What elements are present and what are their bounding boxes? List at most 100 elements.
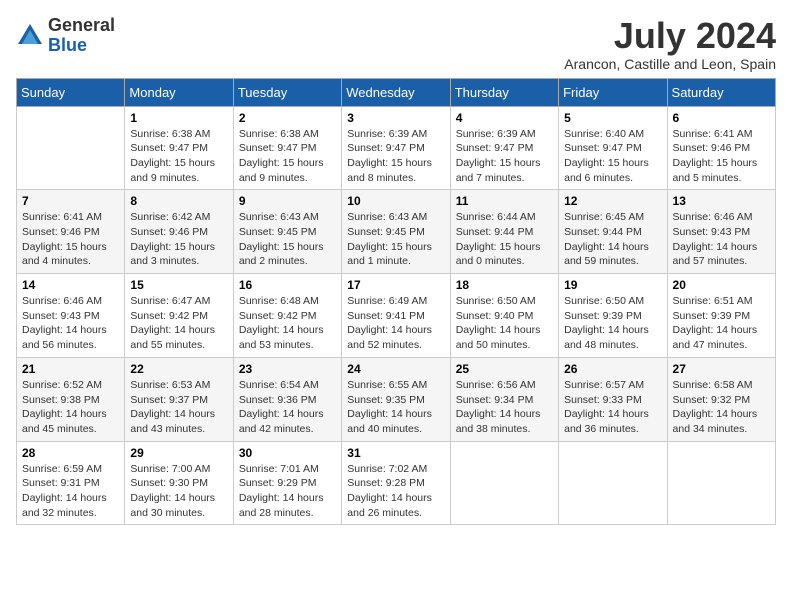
day-number: 9 xyxy=(239,194,336,208)
month-year: July 2024 xyxy=(564,16,776,56)
calendar-cell: 12 Sunrise: 6:45 AMSunset: 9:44 PMDayligh… xyxy=(559,190,667,274)
cell-info: Sunrise: 6:44 AMSunset: 9:44 PMDaylight:… xyxy=(456,210,553,269)
day-number: 18 xyxy=(456,278,553,292)
cell-info: Sunrise: 6:46 AMSunset: 9:43 PMDaylight:… xyxy=(673,210,770,269)
day-number: 1 xyxy=(130,111,227,125)
day-number: 27 xyxy=(673,362,770,376)
cell-info: Sunrise: 6:40 AMSunset: 9:47 PMDaylight:… xyxy=(564,127,661,186)
cell-info: Sunrise: 6:49 AMSunset: 9:41 PMDaylight:… xyxy=(347,294,444,353)
cell-info: Sunrise: 6:42 AMSunset: 9:46 PMDaylight:… xyxy=(130,210,227,269)
calendar-cell xyxy=(559,441,667,525)
day-number: 20 xyxy=(673,278,770,292)
location: Arancon, Castille and Leon, Spain xyxy=(564,56,776,72)
cell-info: Sunrise: 6:50 AMSunset: 9:40 PMDaylight:… xyxy=(456,294,553,353)
cell-info: Sunrise: 7:02 AMSunset: 9:28 PMDaylight:… xyxy=(347,462,444,521)
page-header: General Blue July 2024 Arancon, Castille… xyxy=(16,16,776,72)
logo-text: General Blue xyxy=(48,16,115,56)
day-number: 3 xyxy=(347,111,444,125)
calendar-cell: 11 Sunrise: 6:44 AMSunset: 9:44 PMDayligh… xyxy=(450,190,558,274)
day-number: 15 xyxy=(130,278,227,292)
weekday-header: Tuesday xyxy=(233,78,341,106)
logo-general: General xyxy=(48,15,115,35)
calendar-week-row: 1 Sunrise: 6:38 AMSunset: 9:47 PMDaylight… xyxy=(17,106,776,190)
cell-info: Sunrise: 6:39 AMSunset: 9:47 PMDaylight:… xyxy=(456,127,553,186)
cell-info: Sunrise: 6:41 AMSunset: 9:46 PMDaylight:… xyxy=(22,210,119,269)
cell-info: Sunrise: 6:39 AMSunset: 9:47 PMDaylight:… xyxy=(347,127,444,186)
cell-info: Sunrise: 6:50 AMSunset: 9:39 PMDaylight:… xyxy=(564,294,661,353)
day-number: 26 xyxy=(564,362,661,376)
calendar-cell: 19 Sunrise: 6:50 AMSunset: 9:39 PMDayligh… xyxy=(559,274,667,358)
weekday-header: Friday xyxy=(559,78,667,106)
cell-info: Sunrise: 6:54 AMSunset: 9:36 PMDaylight:… xyxy=(239,378,336,437)
calendar-week-row: 21Sunrise: 6:52 AMSunset: 9:38 PMDayligh… xyxy=(17,357,776,441)
calendar-cell: 22 Sunrise: 6:53 AMSunset: 9:37 PMDayligh… xyxy=(125,357,233,441)
cell-info: Sunrise: 6:59 AMSunset: 9:31 PMDaylight:… xyxy=(22,462,119,521)
cell-info: Sunrise: 6:53 AMSunset: 9:37 PMDaylight:… xyxy=(130,378,227,437)
day-number: 22 xyxy=(130,362,227,376)
day-number: 16 xyxy=(239,278,336,292)
calendar-cell: 4 Sunrise: 6:39 AMSunset: 9:47 PMDaylight… xyxy=(450,106,558,190)
logo: General Blue xyxy=(16,16,115,56)
calendar-cell: 24Sunrise: 6:55 AMSunset: 9:35 PMDayligh… xyxy=(342,357,450,441)
calendar-cell: 10Sunrise: 6:43 AMSunset: 9:45 PMDayligh… xyxy=(342,190,450,274)
calendar-cell: 25 Sunrise: 6:56 AMSunset: 9:34 PMDayligh… xyxy=(450,357,558,441)
calendar-cell: 23 Sunrise: 6:54 AMSunset: 9:36 PMDayligh… xyxy=(233,357,341,441)
calendar-cell: 20 Sunrise: 6:51 AMSunset: 9:39 PMDayligh… xyxy=(667,274,775,358)
day-number: 7 xyxy=(22,194,119,208)
calendar-week-row: 7 Sunrise: 6:41 AMSunset: 9:46 PMDaylight… xyxy=(17,190,776,274)
cell-info: Sunrise: 6:45 AMSunset: 9:44 PMDaylight:… xyxy=(564,210,661,269)
calendar-cell: 27 Sunrise: 6:58 AMSunset: 9:32 PMDayligh… xyxy=(667,357,775,441)
cell-info: Sunrise: 6:38 AMSunset: 9:47 PMDaylight:… xyxy=(130,127,227,186)
day-number: 28 xyxy=(22,446,119,460)
calendar-cell: 18 Sunrise: 6:50 AMSunset: 9:40 PMDayligh… xyxy=(450,274,558,358)
cell-info: Sunrise: 6:56 AMSunset: 9:34 PMDaylight:… xyxy=(456,378,553,437)
calendar-cell: 13Sunrise: 6:46 AMSunset: 9:43 PMDayligh… xyxy=(667,190,775,274)
calendar-week-row: 28 Sunrise: 6:59 AMSunset: 9:31 PMDayligh… xyxy=(17,441,776,525)
calendar-cell: 8 Sunrise: 6:42 AMSunset: 9:46 PMDaylight… xyxy=(125,190,233,274)
logo-blue: Blue xyxy=(48,35,87,55)
cell-info: Sunrise: 6:43 AMSunset: 9:45 PMDaylight:… xyxy=(239,210,336,269)
title-block: July 2024 Arancon, Castille and Leon, Sp… xyxy=(564,16,776,72)
calendar-cell: 9 Sunrise: 6:43 AMSunset: 9:45 PMDaylight… xyxy=(233,190,341,274)
calendar-cell xyxy=(450,441,558,525)
cell-info: Sunrise: 6:43 AMSunset: 9:45 PMDaylight:… xyxy=(347,210,444,269)
cell-info: Sunrise: 7:00 AMSunset: 9:30 PMDaylight:… xyxy=(130,462,227,521)
calendar-cell xyxy=(17,106,125,190)
cell-info: Sunrise: 6:58 AMSunset: 9:32 PMDaylight:… xyxy=(673,378,770,437)
cell-info: Sunrise: 6:38 AMSunset: 9:47 PMDaylight:… xyxy=(239,127,336,186)
day-number: 19 xyxy=(564,278,661,292)
day-number: 4 xyxy=(456,111,553,125)
weekday-header: Thursday xyxy=(450,78,558,106)
day-number: 17 xyxy=(347,278,444,292)
calendar-cell: 17 Sunrise: 6:49 AMSunset: 9:41 PMDayligh… xyxy=(342,274,450,358)
calendar-cell: 1 Sunrise: 6:38 AMSunset: 9:47 PMDaylight… xyxy=(125,106,233,190)
calendar-cell: 16 Sunrise: 6:48 AMSunset: 9:42 PMDayligh… xyxy=(233,274,341,358)
logo-icon xyxy=(16,22,44,50)
calendar-cell: 7 Sunrise: 6:41 AMSunset: 9:46 PMDaylight… xyxy=(17,190,125,274)
day-number: 31 xyxy=(347,446,444,460)
calendar-cell: 2Sunrise: 6:38 AMSunset: 9:47 PMDaylight… xyxy=(233,106,341,190)
calendar-cell: 26 Sunrise: 6:57 AMSunset: 9:33 PMDayligh… xyxy=(559,357,667,441)
cell-info: Sunrise: 6:41 AMSunset: 9:46 PMDaylight:… xyxy=(673,127,770,186)
day-number: 5 xyxy=(564,111,661,125)
cell-info: Sunrise: 6:55 AMSunset: 9:35 PMDaylight:… xyxy=(347,378,444,437)
cell-info: Sunrise: 6:52 AMSunset: 9:38 PMDaylight:… xyxy=(22,378,119,437)
cell-info: Sunrise: 6:48 AMSunset: 9:42 PMDaylight:… xyxy=(239,294,336,353)
day-number: 25 xyxy=(456,362,553,376)
day-number: 23 xyxy=(239,362,336,376)
calendar-cell xyxy=(667,441,775,525)
day-number: 11 xyxy=(456,194,553,208)
weekday-header: Saturday xyxy=(667,78,775,106)
calendar-cell: 28 Sunrise: 6:59 AMSunset: 9:31 PMDayligh… xyxy=(17,441,125,525)
cell-info: Sunrise: 6:51 AMSunset: 9:39 PMDaylight:… xyxy=(673,294,770,353)
day-number: 6 xyxy=(673,111,770,125)
calendar-table: SundayMondayTuesdayWednesdayThursdayFrid… xyxy=(16,78,776,526)
calendar-cell: 30Sunrise: 7:01 AMSunset: 9:29 PMDayligh… xyxy=(233,441,341,525)
calendar-cell: 5 Sunrise: 6:40 AMSunset: 9:47 PMDaylight… xyxy=(559,106,667,190)
calendar-cell: 31 Sunrise: 7:02 AMSunset: 9:28 PMDayligh… xyxy=(342,441,450,525)
day-number: 8 xyxy=(130,194,227,208)
day-number: 12 xyxy=(564,194,661,208)
cell-info: Sunrise: 6:57 AMSunset: 9:33 PMDaylight:… xyxy=(564,378,661,437)
calendar-cell: 15Sunrise: 6:47 AMSunset: 9:42 PMDayligh… xyxy=(125,274,233,358)
calendar-cell: 21Sunrise: 6:52 AMSunset: 9:38 PMDayligh… xyxy=(17,357,125,441)
